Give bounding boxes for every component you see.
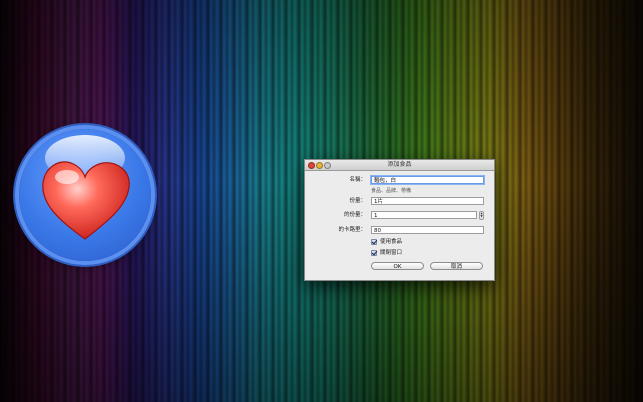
stepper-icon[interactable]: ▲ ▼ [479,211,484,220]
heart-icon [42,161,130,240]
serving-row: 份量： 1片 [305,197,494,206]
close-window-label: 關閉窗口 [380,250,403,256]
titlebar[interactable]: 添加食品 [305,160,494,171]
name-input[interactable]: 麵包，白 [371,176,484,184]
servings-row: 的份量： 1 ▲ ▼ [305,211,494,220]
servings-label: 的份量： [343,212,366,218]
name-hint: 食品、品牌、帶備 [371,188,412,194]
desktop: 添加食品 名稱： 麵包，白 食品、品牌、帶備 份量： 1片 的份量： 1 ▲ ▼… [0,0,643,402]
stepper-down-icon[interactable]: ▼ [480,215,483,218]
use-food-checkbox[interactable] [371,239,377,245]
cancel-button[interactable]: 取消 [430,262,483,270]
name-row: 名稱： 麵包，白 [305,176,494,185]
calories-label: 的卡路里： [338,227,366,233]
add-food-dialog: 添加食品 名稱： 麵包，白 食品、品牌、帶備 份量： 1片 的份量： 1 ▲ ▼… [304,159,495,281]
app-icon[interactable] [19,129,151,261]
serving-input[interactable]: 1片 [371,197,484,205]
dialog-title: 添加食品 [387,161,412,168]
name-label: 名稱： [349,177,366,183]
serving-label: 份量： [349,198,366,204]
close-window-checkbox[interactable] [371,250,377,256]
use-food-label: 使用食品 [380,239,403,245]
calories-row: 的卡路里： 80 [305,226,494,235]
calories-input[interactable]: 80 [371,226,484,234]
servings-input[interactable]: 1 [371,211,477,219]
ok-button[interactable]: OK [371,262,424,270]
